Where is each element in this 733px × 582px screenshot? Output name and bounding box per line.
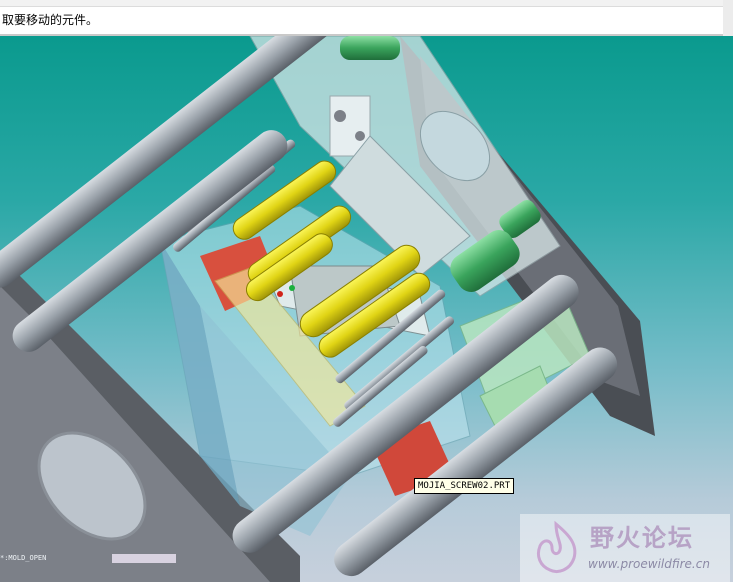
model-name-bar bbox=[112, 554, 176, 563]
message-scroll-edge[interactable] bbox=[723, 0, 733, 36]
watermark-url: www.proewildfire.cn bbox=[588, 557, 710, 571]
graphics-viewport[interactable]: MOJIA_SCREW02.PRT *:MOLD_OPEN bbox=[0, 36, 733, 582]
component-tooltip: MOJIA_SCREW02.PRT bbox=[414, 478, 515, 494]
watermark-title: 野火论坛 bbox=[590, 524, 694, 552]
mold-assembly-model[interactable] bbox=[0, 36, 733, 582]
flame-logo-icon bbox=[536, 520, 577, 573]
message-text: 取要移动的元件。 bbox=[2, 13, 99, 27]
message-area: 取要移动的元件。 bbox=[0, 0, 733, 36]
message-area-top-strip bbox=[0, 0, 733, 7]
model-name-label: *:MOLD_OPEN bbox=[0, 554, 47, 562]
